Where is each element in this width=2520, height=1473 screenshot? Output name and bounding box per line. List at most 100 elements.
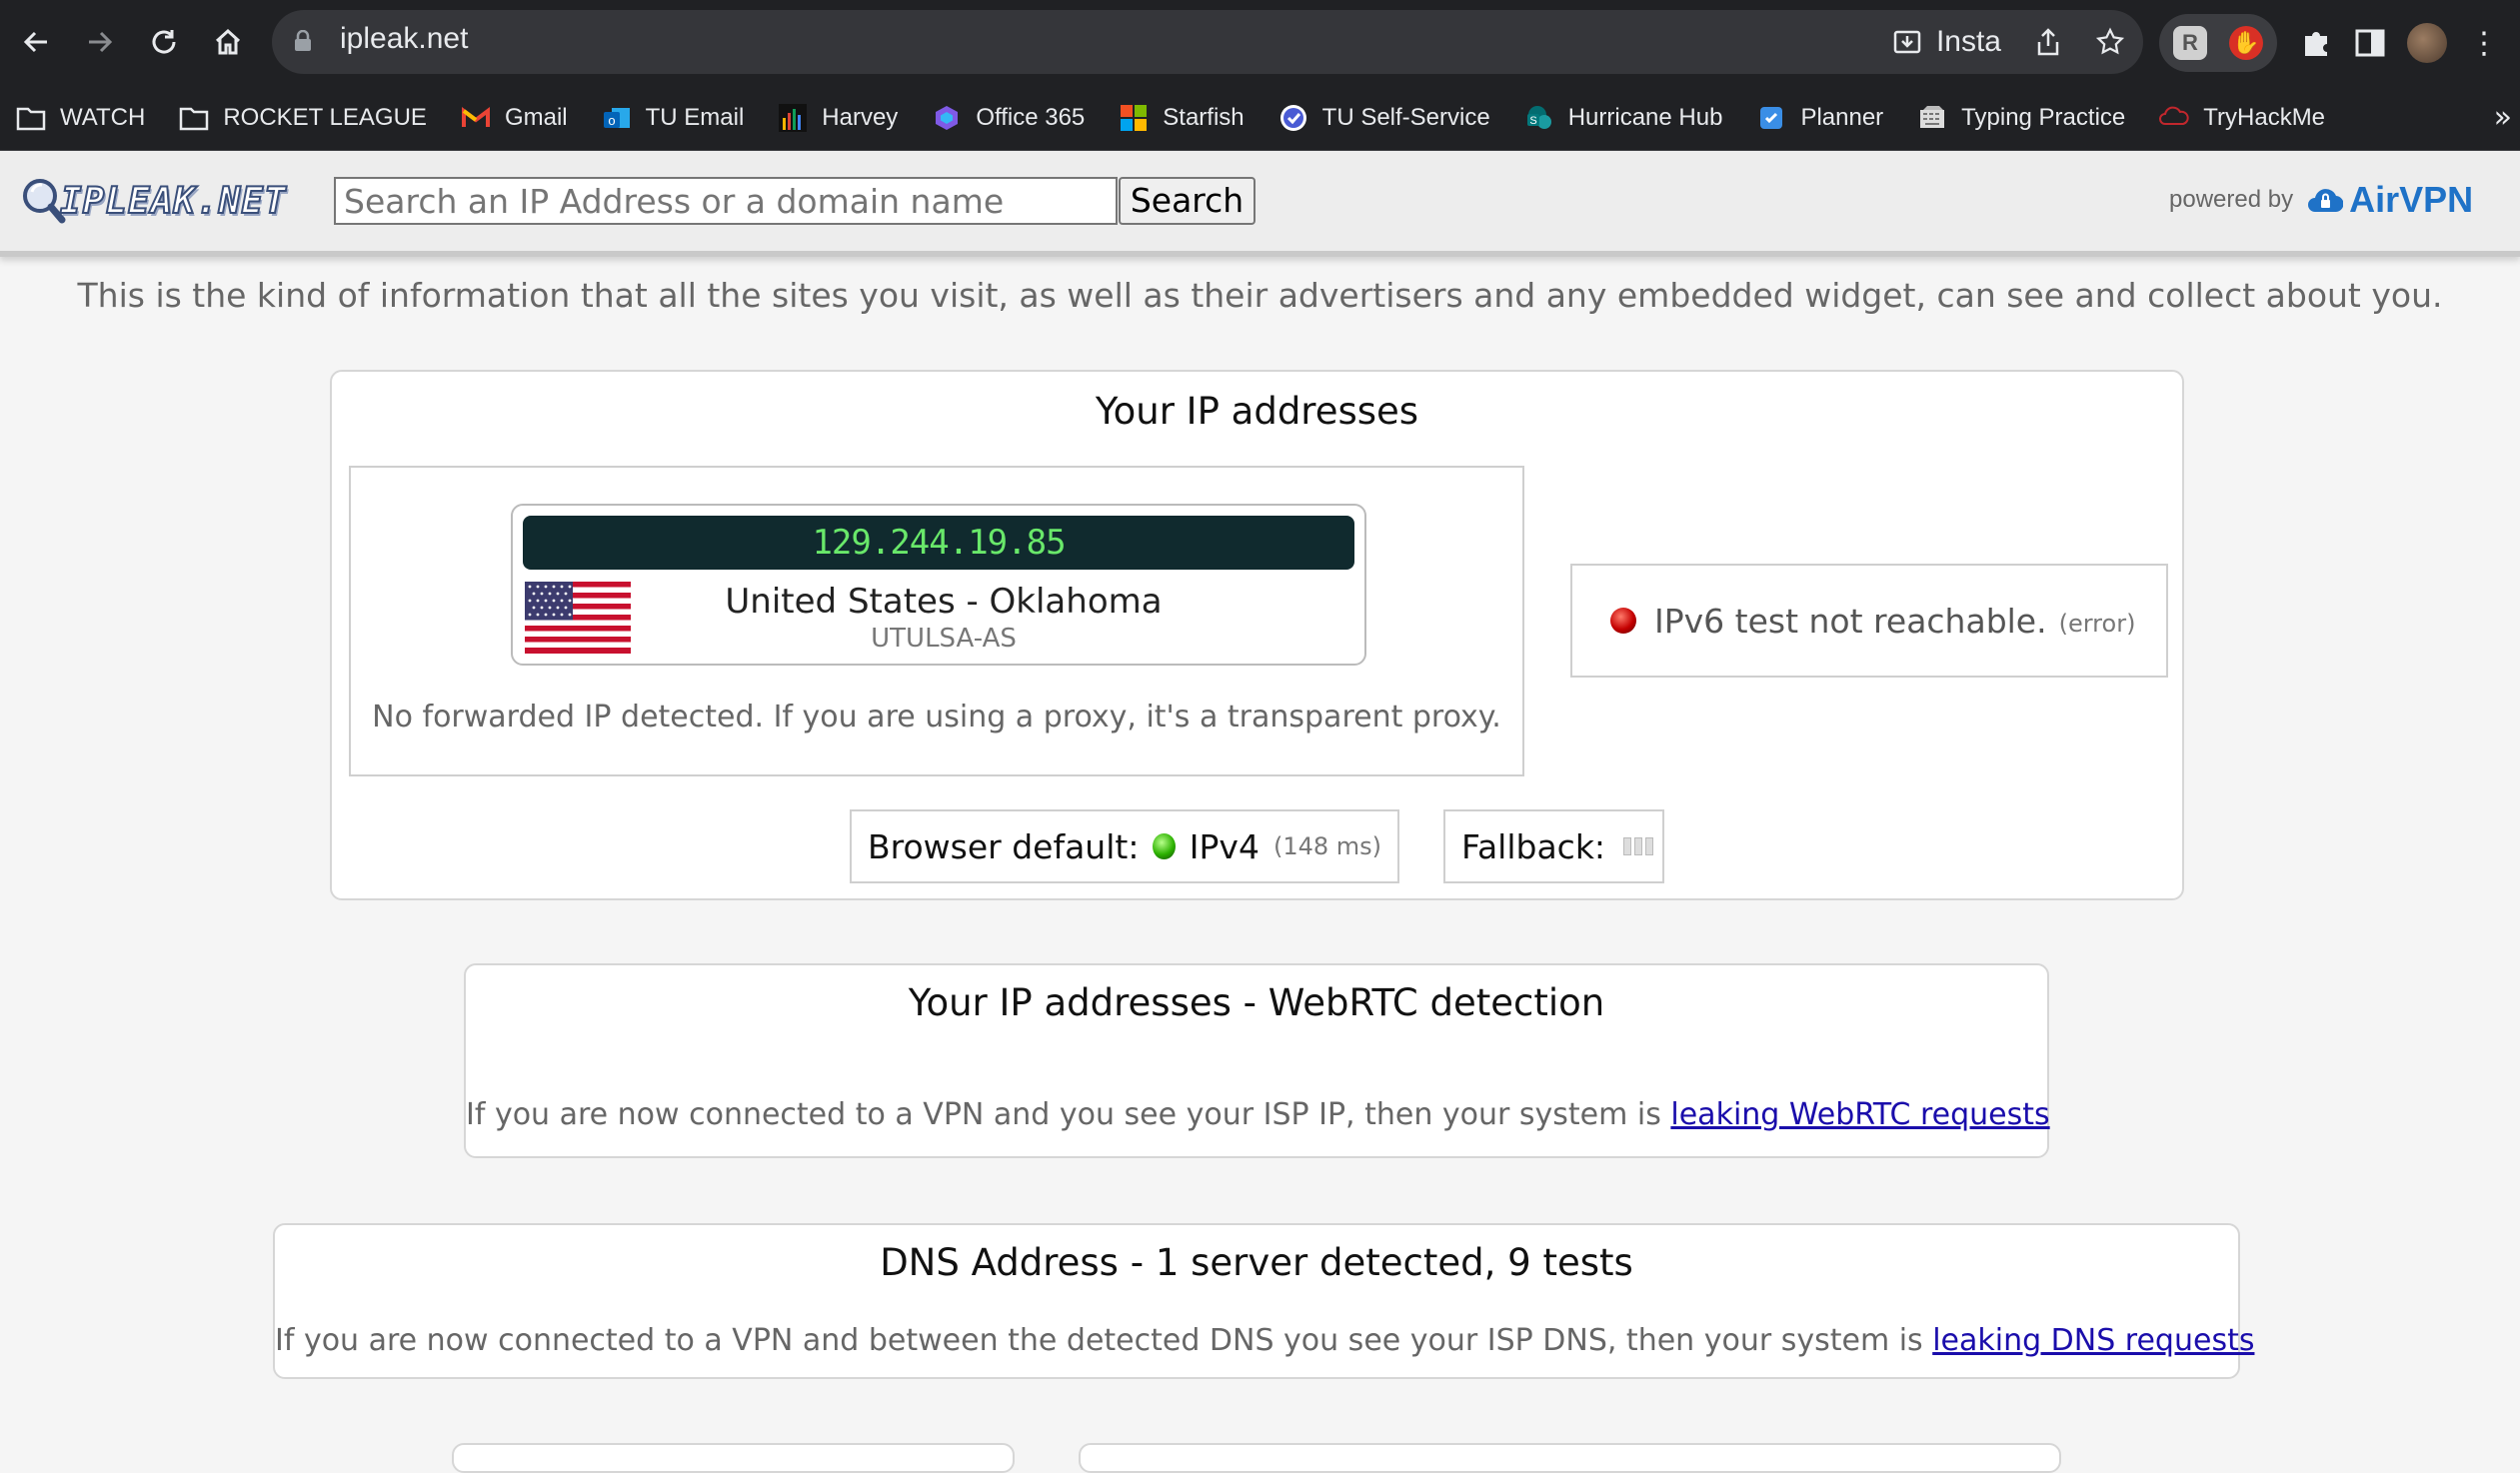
dns-note-text: If you are now connected to a VPN and be… [275,1323,1933,1358]
bookmark-gmail[interactable]: Gmail [461,103,568,133]
address-bar[interactable]: ipleak.net Insta [272,10,2143,74]
ok-status-icon [1153,833,1176,859]
bookmark-label: WATCH [60,104,146,131]
powered-by-label: powered by [2169,186,2294,213]
reload-icon[interactable] [140,18,188,66]
bookmark-hurricane-hub[interactable]: S Hurricane Hub [1524,103,1723,133]
webrtc-note: If you are now connected to a VPN and yo… [466,1097,2050,1132]
airvpn-text: AirVPN [2349,179,2474,220]
webrtc-note-text: If you are now connected to a VPN and yo… [466,1097,1671,1132]
bookmark-label: Planner [1800,104,1884,131]
loading-bars-icon [1623,837,1654,855]
bookmark-label: TU Self-Service [1321,104,1490,131]
webrtc-card-title: Your IP addresses - WebRTC detection [908,981,1605,1024]
starfish-icon [1119,103,1149,133]
bookmarks-overflow-button[interactable]: » [2494,100,2512,135]
next-card-left [452,1443,1015,1473]
tryhackme-icon [2159,103,2189,133]
side-panel-icon[interactable] [2355,28,2385,58]
ip-card-title: Your IP addresses [1095,390,1419,433]
office-icon [932,103,962,133]
bookmark-starfish[interactable]: Starfish [1119,103,1245,133]
bookmark-harvey[interactable]: Harvey [778,103,898,133]
install-icon [1893,30,1921,54]
install-label: Insta [1935,25,2001,58]
bookmark-label: Office 365 [976,104,1086,131]
ip-addresses-card: Your IP addresses 129.244.19.85 United S… [330,370,2184,900]
ip-country: United States - Oklahoma [725,582,1163,622]
dns-note: If you are now connected to a VPN and be… [275,1323,2254,1358]
home-icon[interactable] [204,18,252,66]
svg-text:o: o [608,113,615,128]
harvey-icon [778,103,808,133]
dns-card: DNS Address - 1 server detected, 9 tests… [273,1223,2254,1379]
share-icon[interactable] [2035,27,2061,57]
url-text[interactable]: ipleak.net [340,22,468,56]
svg-text:S: S [1529,115,1536,127]
search-button[interactable]: Search [1119,177,1256,225]
self-service-icon [1278,103,1308,133]
install-app-button[interactable]: Insta [1892,25,2001,59]
browser-toolbar: ipleak.net Insta R ✋ ⋮ [0,0,2520,86]
block-hand-icon[interactable]: ✋ [2229,26,2263,60]
planner-icon [1756,103,1786,133]
cloud-lock-icon [2308,189,2344,213]
site-logo[interactable]: IPLEAK.NET [20,173,287,229]
back-arrow-icon[interactable] [12,18,60,66]
bookmark-planner[interactable]: Planner [1756,103,1883,133]
ipv6-status-text: IPv6 test not reachable. [1654,601,2047,641]
bookmark-star-icon[interactable] [2095,27,2125,57]
leaking-webrtc-link[interactable]: leaking WebRTC requests [1670,1097,2049,1132]
folder-icon [179,103,209,133]
forwarded-ip-note: No forwarded IP detected. If you are usi… [372,700,1501,735]
typing-icon [1917,103,1947,133]
ip-isp: UTULSA-AS [871,624,1017,654]
bookmark-rocket-league[interactable]: ROCKET LEAGUE [179,103,427,133]
bookmark-label: Starfish [1163,104,1245,131]
browser-default-value: IPv4 [1189,826,1260,866]
ip-search-input[interactable] [334,177,1118,225]
bookmark-label: ROCKET LEAGUE [223,104,427,131]
outlook-icon: o [602,103,632,133]
browser-default-latency: (148 ms) [1272,832,1381,860]
bookmark-label: TryHackMe [2203,104,2326,131]
leaking-dns-link[interactable]: leaking DNS requests [1932,1323,2254,1358]
powered-by[interactable]: powered by AirVPN [2169,179,2473,221]
dns-card-title: DNS Address - 1 server detected, 9 tests [880,1241,1633,1284]
bookmark-tu-self-service[interactable]: TU Self-Service [1278,103,1490,133]
ipv4-box: 129.244.19.85 United States - Oklahoma U… [349,466,1524,776]
bookmark-label: Typing Practice [1961,104,2126,131]
extension-gray-icon[interactable]: R [2173,26,2207,60]
ip-address-display[interactable]: 129.244.19.85 [523,516,1354,570]
folder-icon [16,103,46,133]
bookmark-typing-practice[interactable]: Typing Practice [1917,103,2125,133]
bookmark-label: Hurricane Hub [1567,104,1723,131]
bookmark-label: Gmail [504,104,568,131]
webrtc-card: Your IP addresses - WebRTC detection If … [464,963,2050,1158]
menu-dots-icon[interactable]: ⋮ [2469,26,2499,61]
bookmark-office-365[interactable]: Office 365 [932,103,1085,133]
bookmark-watch[interactable]: WATCH [16,103,145,133]
error-status-icon [1610,608,1636,634]
ipv6-box: IPv6 test not reachable. (error) [1570,564,2168,678]
fallback-label: Fallback: [1461,826,1606,866]
bookmark-label: TU Email [645,104,745,131]
lock-icon[interactable] [294,30,312,52]
airvpn-logo: AirVPN [2307,179,2473,221]
ipv6-error-note: (error) [2058,610,2136,638]
bookmark-tryhackme[interactable]: TryHackMe [2159,103,2325,133]
next-card-right [1079,1443,2061,1473]
sharepoint-icon: S [1524,103,1554,133]
bookmarks-bar: WATCH ROCKET LEAGUE Gmail o TU Email Har… [0,86,2520,151]
ip-widget: 129.244.19.85 United States - Oklahoma U… [511,504,1366,666]
intro-text: This is the kind of information that all… [77,276,2443,315]
site-logo-text: IPLEAK.NET [59,180,287,223]
puzzle-icon[interactable] [2299,26,2333,60]
forward-arrow-icon[interactable] [76,18,124,66]
gmail-icon [461,103,491,133]
bookmark-tu-email[interactable]: o TU Email [602,103,745,133]
profile-avatar[interactable] [2407,23,2447,63]
fallback-box: Fallback: [1443,809,1664,883]
site-header: IPLEAK.NET Search powered by AirVPN [0,151,2520,257]
bookmark-label: Harvey [822,104,899,131]
